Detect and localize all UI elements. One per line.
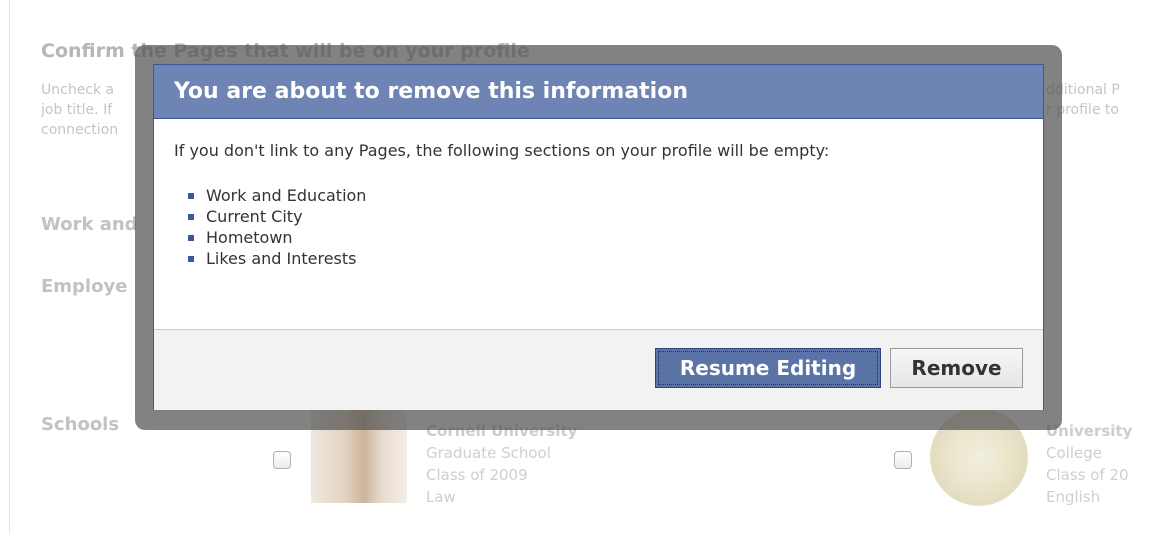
resume-editing-button[interactable]: Resume Editing <box>655 348 881 388</box>
dialog-body: If you don't link to any Pages, the foll… <box>154 119 1043 329</box>
dialog-footer: Resume Editing Remove <box>154 329 1043 410</box>
school-info-cornell: Cornell University Graduate School Class… <box>426 420 577 508</box>
bullet-icon <box>188 235 194 241</box>
list-item: Work and Education <box>188 185 366 206</box>
school-detail: Class of 20 <box>1046 466 1129 484</box>
description-line: connection <box>41 122 119 138</box>
bullet-icon <box>188 256 194 262</box>
section-work-heading: Work and <box>41 214 138 235</box>
description-line: Uncheck a <box>41 82 115 98</box>
bullet-icon <box>188 193 194 199</box>
list-item-label: Work and Education <box>206 186 367 205</box>
school-detail: Graduate School <box>426 444 551 462</box>
description-left: Uncheck a job title. If connection <box>41 80 118 140</box>
remove-button[interactable]: Remove <box>890 348 1023 388</box>
remove-info-dialog: You are about to remove this information… <box>153 64 1044 410</box>
page: Confirm the Pages that will be on your p… <box>0 0 1158 533</box>
dialog-header: You are about to remove this information <box>154 65 1043 119</box>
school-checkbox-pitt[interactable] <box>894 451 912 469</box>
school-detail: Law <box>426 488 456 506</box>
school-info-pitt: University College Class of 20 English <box>1046 420 1132 508</box>
school-detail: Class of 2009 <box>426 466 528 484</box>
list-item-label: Current City <box>206 207 303 226</box>
list-item-label: Hometown <box>206 228 293 247</box>
school-checkbox-cornell[interactable] <box>273 451 291 469</box>
list-item: Hometown <box>188 227 366 248</box>
section-schools-heading: Schools <box>41 414 120 435</box>
list-item: Likes and Interests <box>188 248 366 269</box>
dialog-title: You are about to remove this information <box>174 79 689 104</box>
empty-sections-list: Work and Education Current City Hometown… <box>188 185 366 269</box>
list-item-label: Likes and Interests <box>206 249 357 268</box>
description-line: job title. If <box>41 102 113 118</box>
section-employers-heading: Employe <box>41 276 128 297</box>
school-detail: College <box>1046 444 1102 462</box>
bullet-icon <box>188 214 194 220</box>
list-item: Current City <box>188 206 366 227</box>
school-detail: English <box>1046 488 1101 506</box>
dialog-message: If you don't link to any Pages, the foll… <box>174 141 830 160</box>
